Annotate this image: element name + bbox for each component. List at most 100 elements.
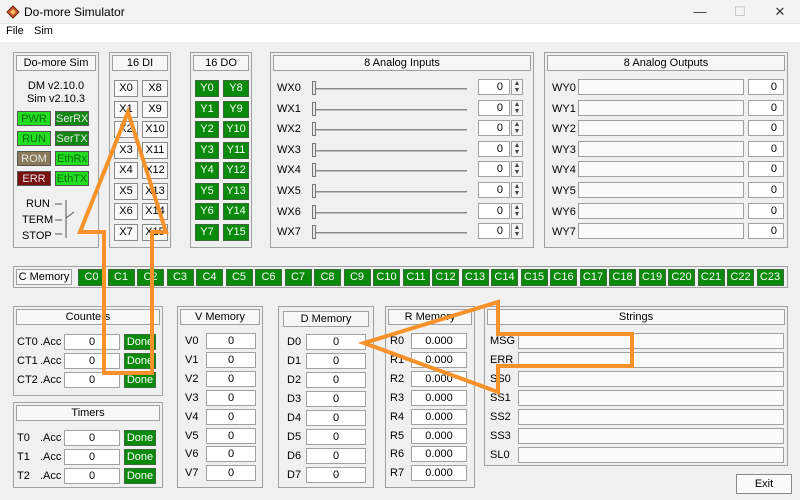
close-button[interactable]: ✕ xyxy=(760,0,800,24)
menu-sim[interactable]: Sim xyxy=(34,25,53,37)
analog-input-value[interactable]: 0 xyxy=(478,223,510,240)
d_memory-value[interactable]: 0 xyxy=(306,391,366,407)
analog-input-slider-thumb[interactable] xyxy=(312,225,316,240)
di-button-x0[interactable]: X0 xyxy=(114,80,138,97)
c-memory-bit-c13[interactable]: C13 xyxy=(461,269,489,286)
d_memory-value[interactable]: 0 xyxy=(306,448,366,464)
r_memory-value[interactable]: 0.000 xyxy=(411,389,467,406)
di-button-x14[interactable]: X14 xyxy=(142,203,168,220)
string-value[interactable] xyxy=(518,409,784,425)
string-value[interactable] xyxy=(518,428,784,444)
c-memory-bit-c14[interactable]: C14 xyxy=(491,269,518,286)
d_memory-value[interactable]: 0 xyxy=(306,372,366,388)
string-value[interactable] xyxy=(518,352,784,368)
c-memory-bit-c1[interactable]: C1 xyxy=(107,269,135,286)
di-button-x12[interactable]: X12 xyxy=(142,162,168,179)
analog-input-value[interactable]: 0 xyxy=(478,202,510,219)
d_memory-value[interactable]: 0 xyxy=(306,429,366,445)
r_memory-value[interactable]: 0.000 xyxy=(411,427,467,444)
spinner-arrows-icon[interactable]: ▲ ▼ xyxy=(511,99,523,116)
minimize-button[interactable]: — xyxy=(680,0,720,24)
menu-file[interactable]: File xyxy=(6,25,24,37)
c-memory-bit-c22[interactable]: C22 xyxy=(727,269,754,286)
c-memory-bit-c15[interactable]: C15 xyxy=(520,269,548,286)
di-button-x10[interactable]: X10 xyxy=(142,121,168,138)
r_memory-value[interactable]: 0.000 xyxy=(411,408,467,425)
d_memory-value[interactable]: 0 xyxy=(306,334,366,350)
c-memory-bit-c4[interactable]: C4 xyxy=(196,269,223,286)
di-button-x2[interactable]: X2 xyxy=(114,121,138,138)
v_memory-value[interactable]: 0 xyxy=(206,427,256,444)
c-memory-bit-c21[interactable]: C21 xyxy=(697,269,725,286)
r_memory-value[interactable]: 0.000 xyxy=(411,351,467,368)
c-memory-bit-c12[interactable]: C12 xyxy=(432,269,459,286)
r_memory-value[interactable]: 0.000 xyxy=(411,333,467,349)
r_memory-value[interactable]: 0.000 xyxy=(411,370,467,387)
d_memory-value[interactable]: 0 xyxy=(306,410,366,426)
di-button-x3[interactable]: X3 xyxy=(114,141,138,159)
c-memory-bit-c19[interactable]: C19 xyxy=(638,269,666,286)
analog-input-slider-thumb[interactable] xyxy=(312,101,316,116)
analog-input-slider-thumb[interactable] xyxy=(312,163,316,178)
c-memory-bit-c2[interactable]: C2 xyxy=(137,269,164,286)
spinner-arrows-icon[interactable]: ▲ ▼ xyxy=(511,79,523,95)
v_memory-value[interactable]: 0 xyxy=(206,389,256,406)
di-button-x4[interactable]: X4 xyxy=(114,162,138,179)
di-button-x7[interactable]: X7 xyxy=(114,223,138,241)
analog-input-slider-thumb[interactable] xyxy=(312,81,316,95)
r_memory-value[interactable]: 0.000 xyxy=(411,465,467,482)
analog-input-value[interactable]: 0 xyxy=(478,140,510,157)
di-button-x8[interactable]: X8 xyxy=(142,80,168,97)
di-button-x6[interactable]: X6 xyxy=(114,203,138,220)
v_memory-value[interactable]: 0 xyxy=(206,408,256,425)
c-memory-bit-c11[interactable]: C11 xyxy=(402,269,430,286)
exit-button[interactable]: Exit xyxy=(736,474,792,494)
c-memory-bit-c23[interactable]: C23 xyxy=(756,269,784,286)
spinner-arrows-icon[interactable]: ▲ ▼ xyxy=(511,182,523,198)
spinner-arrows-icon[interactable]: ▲ ▼ xyxy=(511,120,523,137)
string-value[interactable] xyxy=(518,447,784,463)
analog-input-slider-thumb[interactable] xyxy=(312,142,316,157)
d_memory-value[interactable]: 0 xyxy=(306,353,366,369)
c-memory-bit-c20[interactable]: C20 xyxy=(668,269,695,286)
c-memory-bit-c3[interactable]: C3 xyxy=(166,269,194,286)
mode-switch[interactable] xyxy=(52,196,82,242)
di-button-x5[interactable]: X5 xyxy=(114,182,138,200)
v_memory-value[interactable]: 0 xyxy=(206,351,256,368)
analog-input-value[interactable]: 0 xyxy=(478,182,510,198)
v_memory-value[interactable]: 0 xyxy=(206,446,256,463)
c-memory-bit-c9[interactable]: C9 xyxy=(343,269,371,286)
analog-input-value[interactable]: 0 xyxy=(478,120,510,137)
c-memory-bit-c7[interactable]: C7 xyxy=(284,269,312,286)
string-value[interactable] xyxy=(518,390,784,406)
di-button-x13[interactable]: X13 xyxy=(142,182,168,200)
analog-input-value[interactable]: 0 xyxy=(478,99,510,116)
v_memory-value[interactable]: 0 xyxy=(206,370,256,387)
c-memory-bit-c6[interactable]: C6 xyxy=(255,269,282,286)
spinner-arrows-icon[interactable]: ▲ ▼ xyxy=(511,140,523,157)
maximize-button[interactable]: ☐ xyxy=(720,0,760,24)
di-button-x11[interactable]: X11 xyxy=(142,141,168,159)
c-memory-bit-c0[interactable]: C0 xyxy=(78,269,105,286)
string-value[interactable] xyxy=(518,371,784,387)
analog-input-slider-thumb[interactable] xyxy=(312,122,316,137)
analog-input-slider-thumb[interactable] xyxy=(312,204,316,219)
di-button-x1[interactable]: X1 xyxy=(114,100,138,118)
spinner-arrows-icon[interactable]: ▲ ▼ xyxy=(511,202,523,219)
v_memory-value[interactable]: 0 xyxy=(206,333,256,349)
di-button-x15[interactable]: X15 xyxy=(142,223,168,241)
c-memory-bit-c16[interactable]: C16 xyxy=(550,269,577,286)
string-value[interactable] xyxy=(518,333,784,349)
v_memory-value[interactable]: 0 xyxy=(206,465,256,482)
c-memory-bit-c8[interactable]: C8 xyxy=(314,269,341,286)
spinner-arrows-icon[interactable]: ▲ ▼ xyxy=(511,161,523,178)
analog-input-value[interactable]: 0 xyxy=(478,79,510,95)
c-memory-bit-c18[interactable]: C18 xyxy=(609,269,636,286)
di-button-x9[interactable]: X9 xyxy=(142,100,168,118)
spinner-arrows-icon[interactable]: ▲ ▼ xyxy=(511,223,523,240)
d_memory-value[interactable]: 0 xyxy=(306,467,366,483)
analog-input-slider-thumb[interactable] xyxy=(312,184,316,198)
c-memory-bit-c10[interactable]: C10 xyxy=(373,269,400,286)
r_memory-value[interactable]: 0.000 xyxy=(411,446,467,463)
c-memory-bit-c17[interactable]: C17 xyxy=(579,269,607,286)
